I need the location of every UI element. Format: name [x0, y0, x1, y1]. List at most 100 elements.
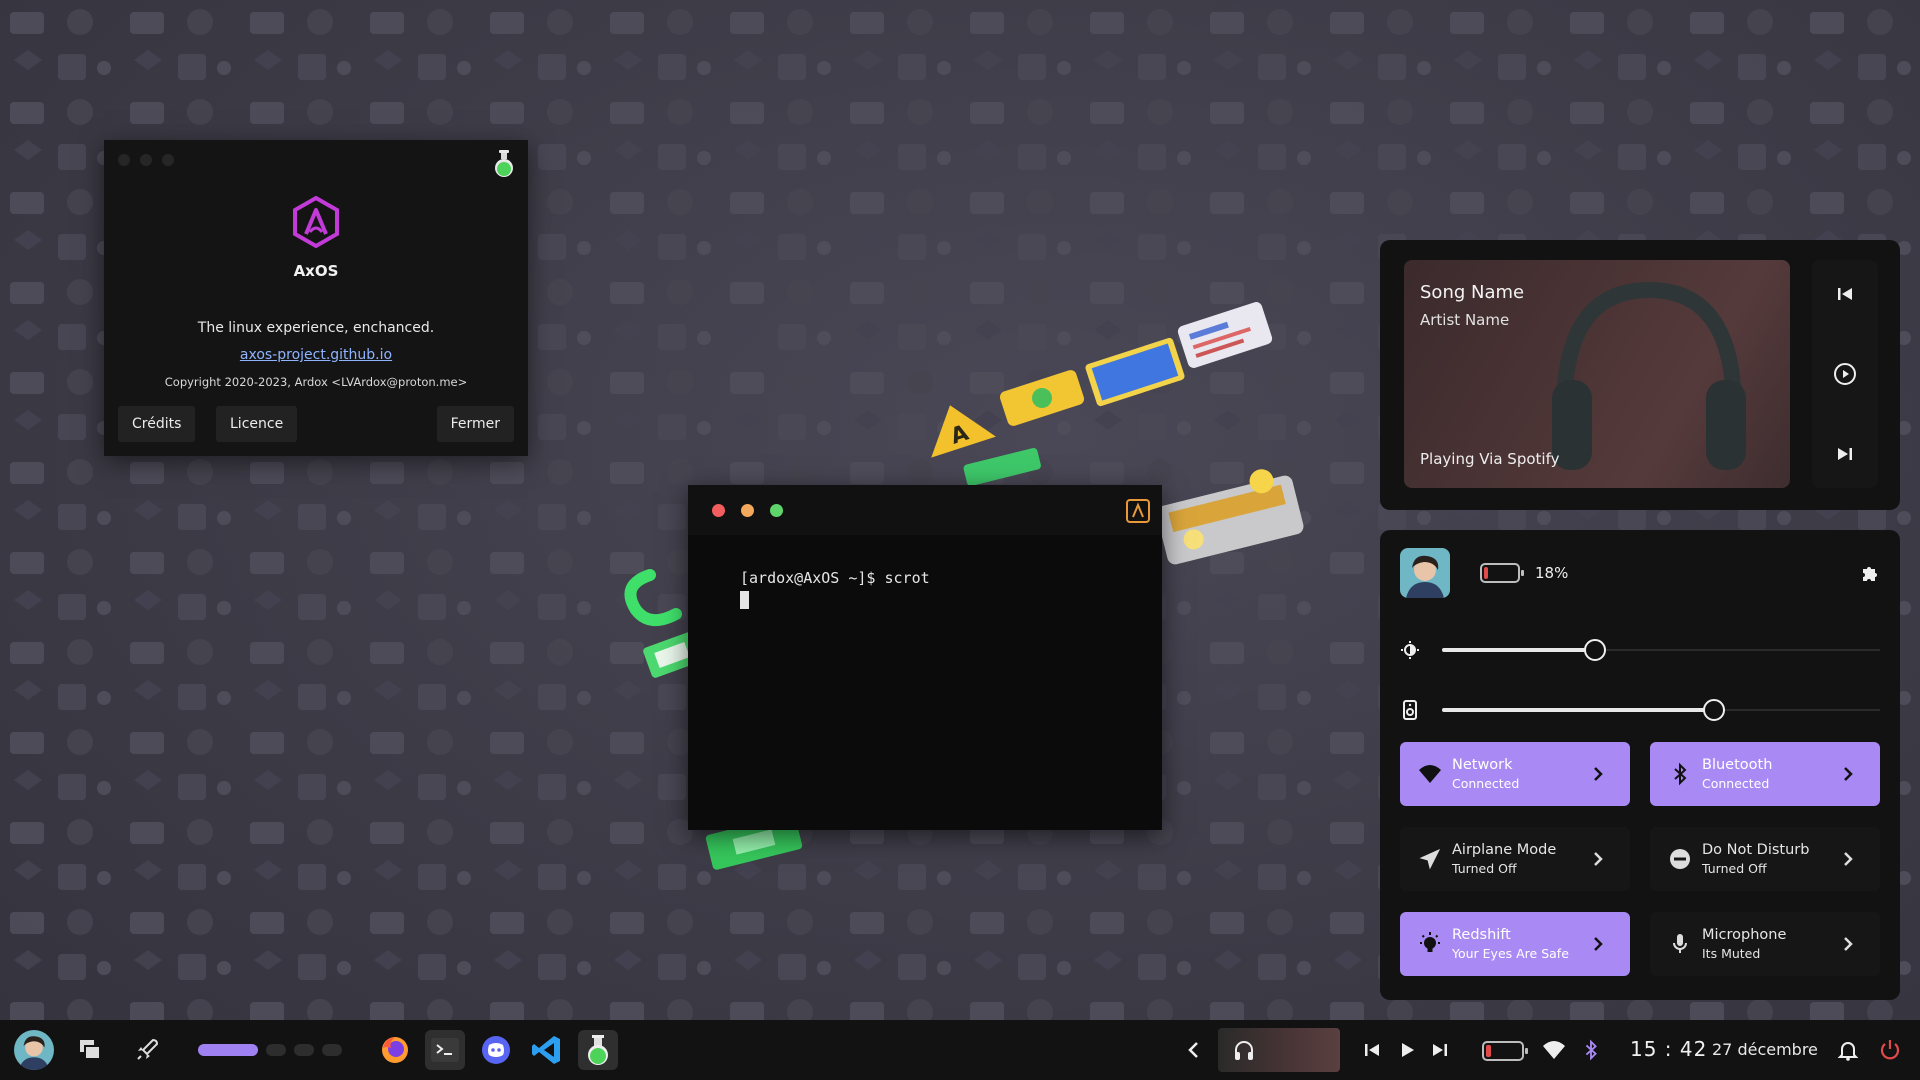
quick-settings-panel: 18% Network Connected Bluetooth Connecte…: [1380, 530, 1900, 1000]
puzzle-icon[interactable]: [1860, 563, 1880, 583]
about-titlebar[interactable]: [104, 140, 528, 186]
terminal-titlebar[interactable]: [688, 485, 1162, 535]
close-window-button[interactable]: [712, 504, 725, 517]
tile-name: Bluetooth: [1702, 757, 1773, 773]
tile-status: Connected: [1702, 776, 1770, 791]
terminal-icon: [431, 1038, 459, 1062]
battery-indicator: [1480, 563, 1524, 583]
workspace-3[interactable]: [294, 1044, 314, 1056]
tile-name: Airplane Mode: [1452, 842, 1557, 858]
maximize-window-button[interactable]: [162, 154, 174, 166]
vscode-app[interactable]: [527, 1030, 567, 1070]
bluetooth-icon: [1674, 762, 1687, 786]
license-button[interactable]: Licence: [216, 406, 298, 442]
firefox-icon: [382, 1037, 408, 1063]
wifi-icon[interactable]: [1542, 1038, 1566, 1062]
website-link[interactable]: axos-project.github.io: [104, 347, 528, 363]
bluetooth-toggle[interactable]: Bluetooth Connected: [1650, 742, 1880, 806]
terminal-prompt: [ardox@AxOS ~]$ scrot: [740, 569, 930, 587]
bell-icon[interactable]: [1836, 1038, 1860, 1062]
album-art: Song Name Artist Name Playing Via Spotif…: [1404, 260, 1790, 488]
previous-icon[interactable]: [1833, 282, 1857, 306]
tile-status: Turned Off: [1452, 861, 1517, 876]
tile-status: Its Muted: [1702, 946, 1761, 961]
speaker-icon: [1403, 700, 1417, 720]
brightness-slider[interactable]: [1400, 638, 1880, 662]
battery-fill: [1484, 567, 1489, 579]
close-button[interactable]: Fermer: [436, 406, 514, 442]
do-not-disturb-toggle[interactable]: Do Not Disturb Turned Off: [1650, 827, 1880, 891]
next-icon[interactable]: [1428, 1038, 1452, 1062]
volume-track[interactable]: [1442, 699, 1880, 721]
chevron-right-icon[interactable]: [1842, 766, 1854, 782]
next-icon[interactable]: [1833, 442, 1857, 466]
brightness-handle[interactable]: [1584, 639, 1607, 661]
clock-date[interactable]: 27 décembre: [1712, 1040, 1818, 1059]
about-dialog: AxOS The linux experience, enchanced. ax…: [104, 140, 528, 456]
clock-time[interactable]: 15 : 42: [1630, 1037, 1707, 1061]
avatar[interactable]: [1400, 548, 1450, 598]
chevron-right-icon[interactable]: [1592, 936, 1604, 952]
chevron-right-icon[interactable]: [1842, 851, 1854, 867]
firefox-app[interactable]: [375, 1030, 415, 1070]
play-icon[interactable]: [1833, 362, 1857, 386]
volume-slider[interactable]: [1400, 698, 1880, 722]
taskbar: 15 : 42 27 décembre: [0, 1020, 1920, 1080]
microphone-icon: [1673, 934, 1687, 953]
workspace-4[interactable]: [322, 1044, 342, 1056]
battery-indicator[interactable]: [1482, 1041, 1528, 1061]
discord-app[interactable]: [476, 1030, 516, 1070]
media-controls: [1812, 260, 1878, 488]
app-name: AxOS: [293, 262, 339, 280]
workspace-1[interactable]: [198, 1044, 258, 1056]
media-player-card: Song Name Artist Name Playing Via Spotif…: [1380, 240, 1900, 510]
brightness-fill: [1442, 648, 1596, 652]
credits-button[interactable]: Crédits: [118, 406, 196, 442]
discord-icon: [482, 1036, 510, 1064]
tile-name: Microphone: [1702, 927, 1787, 943]
previous-icon[interactable]: [1360, 1038, 1384, 1062]
bluetooth-icon[interactable]: [1580, 1038, 1602, 1062]
tile-status: Your Eyes Are Safe: [1452, 946, 1569, 961]
chevron-right-icon[interactable]: [1592, 766, 1604, 782]
workspace-2[interactable]: [266, 1044, 286, 1056]
copyright-text: Copyright 2020-2023, Ardox <LVArdox@prot…: [164, 375, 468, 389]
axos-logo-icon: [1126, 499, 1150, 523]
maximize-window-button[interactable]: [770, 504, 783, 517]
chevron-right-icon[interactable]: [1592, 851, 1604, 867]
avatar[interactable]: [14, 1030, 54, 1070]
minimize-window-button[interactable]: [741, 504, 754, 517]
airplane-mode-toggle[interactable]: Airplane Mode Turned Off: [1400, 827, 1630, 891]
artist-name: Artist Name: [1420, 311, 1510, 329]
volume-handle[interactable]: [1702, 699, 1725, 721]
axos-logo-icon: [293, 196, 339, 248]
network-toggle[interactable]: Network Connected: [1400, 742, 1630, 806]
terminal-window[interactable]: [ardox@AxOS ~]$ scrot: [688, 485, 1162, 830]
battery-percent: 18%: [1535, 564, 1569, 582]
chevron-left-icon[interactable]: [1182, 1038, 1206, 1062]
app-tagline: The linux experience, enchanced.: [197, 320, 435, 336]
tile-status: Connected: [1452, 776, 1520, 791]
flask-icon: [495, 150, 513, 177]
brightness-icon: [1401, 641, 1419, 659]
volume-fill: [1442, 708, 1714, 712]
rocket-icon[interactable]: [133, 1036, 161, 1064]
redshift-toggle[interactable]: Redshift Your Eyes Are Safe: [1400, 912, 1630, 976]
play-icon[interactable]: [1395, 1038, 1419, 1062]
mini-media-widget[interactable]: [1218, 1028, 1340, 1072]
minimize-window-button[interactable]: [140, 154, 152, 166]
flask-app[interactable]: [578, 1030, 618, 1070]
close-window-button[interactable]: [118, 154, 130, 166]
terminal-app[interactable]: [425, 1030, 465, 1070]
windows-overview-icon[interactable]: [76, 1036, 104, 1064]
vscode-icon: [532, 1036, 560, 1064]
brightness-track[interactable]: [1442, 639, 1880, 661]
chevron-right-icon[interactable]: [1842, 936, 1854, 952]
microphone-toggle[interactable]: Microphone Its Muted: [1650, 912, 1880, 976]
wifi-icon: [1419, 765, 1441, 783]
window-controls: [118, 154, 174, 166]
power-icon[interactable]: [1878, 1038, 1902, 1062]
tile-name: Do Not Disturb: [1702, 842, 1810, 858]
tile-name: Network: [1452, 757, 1513, 773]
airplane-icon: [1419, 848, 1441, 870]
